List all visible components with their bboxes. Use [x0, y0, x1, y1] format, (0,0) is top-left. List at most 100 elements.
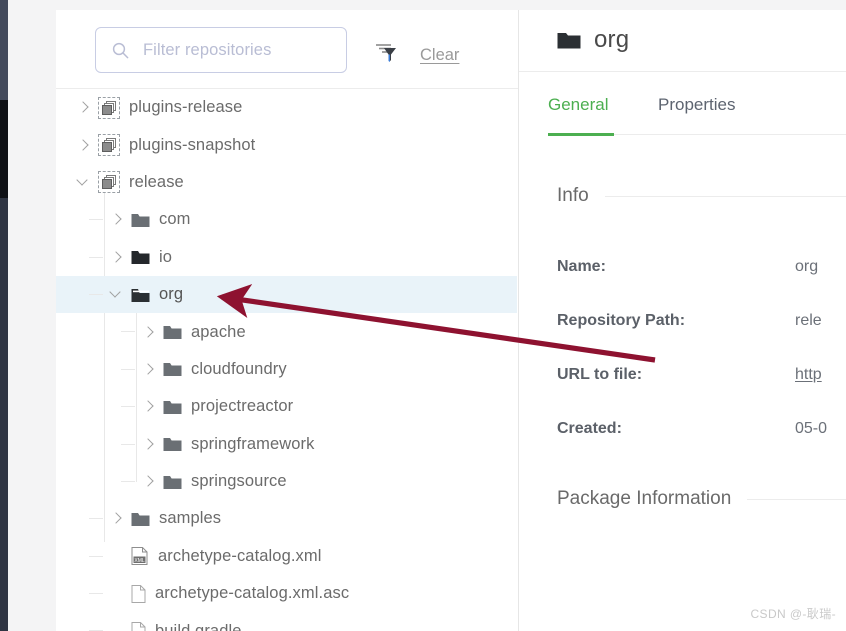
chevron-right-icon[interactable] [78, 140, 89, 151]
tree-item-projectreactor[interactable]: projectreactor [56, 388, 517, 425]
tree-item-label: archetype-catalog.xml.asc [155, 584, 350, 603]
filter-funnel-icon[interactable] [374, 42, 400, 64]
watermark: CSDN @-耿瑞- [750, 607, 836, 621]
tree-item-label: build.gradle [155, 621, 242, 631]
app-rail [0, 0, 8, 631]
tree-item-springframework[interactable]: springframework [56, 426, 517, 463]
section-title: Package Information [557, 488, 732, 509]
tree-guide-line [89, 593, 103, 595]
rail-segment-middle [0, 100, 8, 198]
folder-icon [131, 249, 150, 265]
tree-item-samples[interactable]: samples [56, 500, 517, 537]
section-header-package-information: Package Information [519, 488, 846, 510]
detail-title: org [594, 26, 630, 53]
tree-item-plugins-release[interactable]: plugins-release [56, 89, 517, 126]
tree-item-label: springsource [191, 472, 287, 491]
folder-open-icon [131, 287, 150, 303]
tree-guide-line [121, 368, 135, 370]
tree-item-com[interactable]: com [56, 201, 517, 238]
file-icon [131, 622, 146, 631]
tree-guide-line [89, 219, 103, 221]
rail-segment-top [0, 0, 8, 100]
chevron-down-icon[interactable] [78, 177, 89, 188]
tree-item-plugins-snapshot[interactable]: plugins-snapshot [56, 126, 517, 163]
tree-item-apache[interactable]: apache [56, 313, 517, 350]
tab-properties[interactable]: Properties [658, 95, 735, 127]
info-label: URL to file: [557, 366, 643, 383]
tree-guide-line [89, 293, 103, 295]
tree-item-org[interactable]: org [56, 275, 517, 314]
chevron-right-icon[interactable] [143, 364, 154, 375]
chevron-down-icon[interactable] [111, 289, 122, 300]
chevron-right-icon[interactable] [111, 214, 122, 225]
clear-filter-link[interactable]: Clear [420, 46, 459, 65]
folder-icon [163, 324, 182, 340]
detail-header-divider [519, 71, 846, 72]
tree-item-label: apache [191, 322, 246, 341]
info-value: 05-0 [795, 420, 828, 437]
info-value: org [795, 258, 819, 275]
info-row: URL to file: http [519, 366, 846, 420]
tree-item-label: projectreactor [191, 397, 294, 416]
repository-tree[interactable]: plugins-release plugins-snapshot release co… [56, 89, 517, 631]
chevron-right-icon[interactable] [143, 439, 154, 450]
tree-item-archetype-catalog-xml[interactable]: XML archetype-catalog.xml [56, 538, 517, 575]
repository-browser-panel: Filter repositories Clear plugins-releas… [56, 10, 846, 631]
chevron-right-icon[interactable] [143, 327, 154, 338]
tree-guide-line [121, 443, 135, 445]
filter-bar: Filter repositories Clear [56, 10, 518, 88]
info-row: Created: 05-0 [519, 420, 846, 474]
section-header-info: Info [519, 185, 846, 207]
tree-guide-line [121, 331, 135, 333]
info-field-list: Name: org Repository Path: rele URL to file:… [519, 258, 846, 474]
info-row: Name: org [519, 258, 846, 312]
info-label: Repository Path: [557, 312, 686, 329]
chevron-right-icon[interactable] [111, 252, 122, 263]
info-value[interactable]: http [795, 366, 822, 384]
tree-item-springsource[interactable]: springsource [56, 463, 517, 500]
tab-general[interactable]: General [548, 95, 608, 127]
detail-tabs: General Properties [519, 95, 846, 136]
chevron-right-icon[interactable] [143, 476, 154, 487]
tree-item-archetype-catalog-xml-asc[interactable]: archetype-catalog.xml.asc [56, 575, 517, 612]
tree-item-label: cloudfoundry [191, 359, 287, 378]
tree-item-cloudfoundry[interactable]: cloudfoundry [56, 351, 517, 388]
tree-item-label: io [159, 247, 173, 266]
tree-item-io[interactable]: io [56, 239, 517, 276]
top-gutter [56, 0, 846, 10]
folder-icon [163, 474, 182, 490]
tree-item-build-gradle[interactable]: build.gradle [56, 612, 517, 631]
tree-item-label: release [129, 172, 184, 191]
info-row: Repository Path: rele [519, 312, 846, 366]
tab-strip-rule [614, 134, 846, 135]
tree-item-release[interactable]: release [56, 164, 517, 201]
xml-file-icon: XML [131, 547, 149, 566]
rail-segment-bottom [0, 198, 8, 631]
tree-guide-line [89, 256, 103, 258]
info-label: Name: [557, 258, 606, 275]
chevron-right-icon[interactable] [111, 513, 122, 524]
section-rule [747, 498, 846, 500]
chevron-right-icon[interactable] [78, 102, 89, 113]
tab-active-indicator [548, 133, 614, 136]
folder-icon [131, 511, 150, 527]
file-icon [131, 584, 146, 603]
tree-guide-line [89, 518, 103, 520]
folder-icon [163, 436, 182, 452]
folder-icon [557, 30, 581, 50]
tree-scrollbar-track[interactable] [505, 89, 517, 631]
tree-item-label: plugins-release [129, 98, 243, 117]
search-input[interactable]: Filter repositories [95, 27, 347, 73]
repository-icon [98, 96, 120, 119]
repository-icon [98, 171, 120, 194]
tree-guide-line [121, 406, 135, 408]
chevron-right-icon[interactable] [143, 401, 154, 412]
folder-icon [163, 399, 182, 415]
folder-icon [131, 212, 150, 228]
tree-item-label: org [159, 285, 184, 304]
app-window: Filter repositories Clear plugins-releas… [0, 0, 846, 631]
repository-icon [98, 134, 120, 157]
left-gutter [8, 0, 56, 631]
